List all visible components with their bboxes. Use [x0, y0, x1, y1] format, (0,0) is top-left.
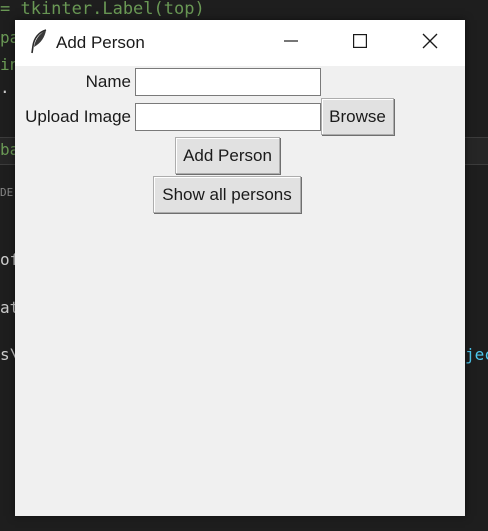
code-fragment: DE [0, 186, 14, 199]
name-input[interactable] [135, 68, 321, 96]
maximize-icon [353, 33, 368, 53]
browse-button[interactable]: Browse [321, 98, 394, 135]
title-bar[interactable]: Add Person [15, 20, 465, 66]
form-area: Name Upload Image Browse Add Person Show… [15, 66, 465, 516]
add-person-button[interactable]: Add Person [175, 137, 280, 174]
show-all-persons-button[interactable]: Show all persons [153, 176, 301, 213]
close-icon [422, 33, 438, 54]
upload-image-label: Upload Image [25, 107, 131, 126]
code-fragment: . [0, 78, 10, 97]
upload-image-input[interactable] [135, 103, 321, 131]
code-fragment: jec [465, 345, 488, 364]
code-line: = tkinter.Label(top) [0, 0, 205, 19]
close-button[interactable] [407, 20, 453, 66]
window-title: Add Person [56, 33, 145, 52]
minimize-icon [284, 34, 298, 53]
minimize-button[interactable] [268, 20, 314, 66]
add-person-window: Add Person Name Upload Image Browse Add … [15, 20, 465, 516]
maximize-button[interactable] [337, 20, 383, 66]
name-label: Name [85, 72, 131, 91]
feather-icon [29, 29, 49, 55]
